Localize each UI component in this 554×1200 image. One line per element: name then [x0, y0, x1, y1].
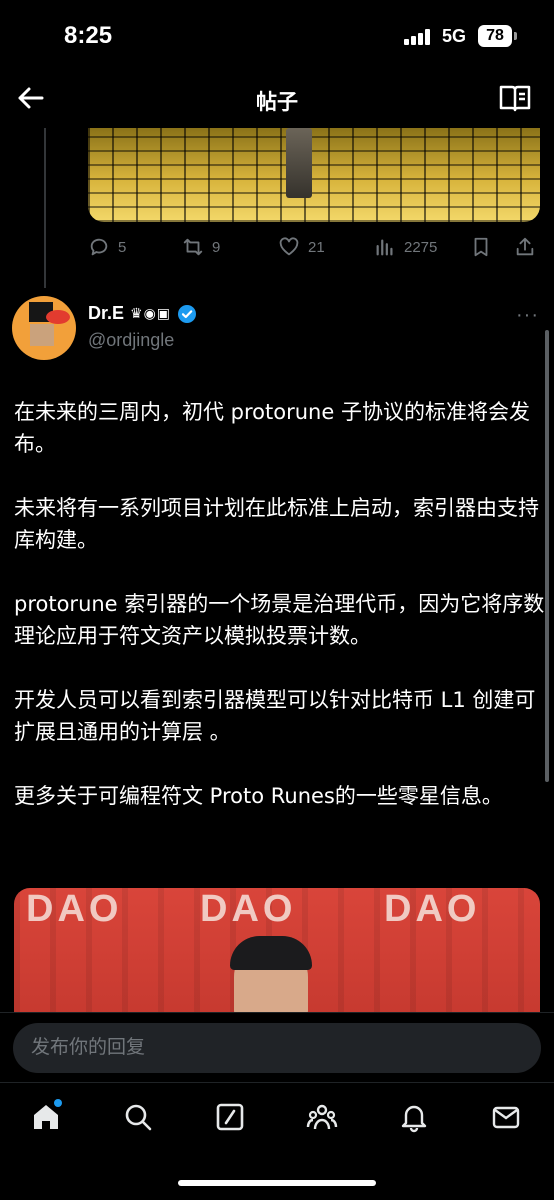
post-image[interactable]: DAO DAO DAO	[14, 888, 540, 1012]
post-paragraph: protorune 索引器的一个场景是治理代币，因为它将序数理论应用于符文资产以…	[14, 592, 545, 648]
post-paragraph: 开发人员可以看到索引器模型可以针对比特币 L1 创建可扩展且通用的计算层 。	[14, 688, 536, 744]
person-figure	[286, 128, 312, 198]
scrollbar[interactable]	[545, 330, 549, 782]
views-button[interactable]: 2275	[374, 232, 437, 262]
status-bar: 8:25 5G 78	[0, 0, 554, 72]
avatar[interactable]	[12, 296, 76, 360]
book-open-icon[interactable]	[498, 82, 532, 114]
share-icon	[516, 237, 534, 256]
battery-icon: 78	[478, 25, 517, 47]
thread-connector	[44, 128, 46, 288]
author-name-row[interactable]: Dr.E ♛◉▣	[88, 303, 197, 324]
previous-post-image[interactable]	[88, 128, 540, 222]
reply-input[interactable]: 发布你的回复	[13, 1023, 541, 1073]
top-header: 帖子	[0, 72, 554, 128]
image-banner-text: DAO	[384, 888, 481, 930]
author-name: Dr.E	[88, 303, 125, 323]
author-handle[interactable]: @ordjingle	[88, 330, 174, 351]
post-paragraph: 更多关于可编程符文 Proto Runes的一些零星信息。	[14, 784, 503, 808]
home-indicator[interactable]	[178, 1180, 376, 1186]
repost-count: 9	[212, 238, 221, 256]
reply-count: 5	[118, 238, 127, 256]
bar-chart-icon	[376, 239, 393, 256]
post-paragraph: 未来将有一系列项目计划在此标准上启动，索引器由支持库构建。	[14, 496, 539, 552]
notification-dot	[54, 1099, 62, 1107]
reply-icon	[90, 238, 108, 256]
status-time: 8:25	[64, 22, 113, 49]
view-count: 2275	[404, 238, 438, 256]
signal-icon	[404, 29, 434, 45]
like-button[interactable]: 21	[278, 232, 325, 262]
heart-icon	[279, 237, 299, 256]
communities-icon[interactable]	[302, 1097, 342, 1137]
page-title: 帖子	[256, 91, 298, 114]
reply-button[interactable]: 5	[88, 232, 126, 262]
post-paragraph: 在未来的三周内，初代 protorune 子协议的标准将会发布。	[14, 400, 530, 456]
network-type: 5G	[442, 26, 467, 46]
messages-icon[interactable]	[486, 1097, 526, 1137]
previous-post-actions: 5 9 21 2275	[88, 232, 540, 262]
share-button[interactable]	[514, 232, 536, 262]
image-banner-text: DAO	[200, 888, 297, 930]
like-count: 21	[308, 238, 325, 256]
compose-icon[interactable]	[210, 1097, 250, 1137]
author-badges: ♛◉▣	[130, 305, 172, 321]
repost-button[interactable]: 9	[182, 232, 220, 262]
search-icon[interactable]	[118, 1097, 158, 1137]
bookmark-button[interactable]	[470, 232, 492, 262]
person-beanie	[230, 936, 312, 970]
bookmark-icon	[474, 237, 488, 257]
more-options-icon[interactable]: ···	[516, 304, 539, 327]
image-banner-text: DAO	[26, 888, 123, 930]
home-icon[interactable]	[26, 1097, 66, 1137]
post-text: 在未来的三周内，初代 protorune 子协议的标准将会发布。 未来将有一系列…	[14, 396, 546, 844]
notifications-icon[interactable]	[394, 1097, 434, 1137]
reply-bar: 发布你的回复	[0, 1012, 554, 1082]
verified-badge-icon	[178, 304, 197, 323]
repost-icon	[183, 238, 203, 256]
